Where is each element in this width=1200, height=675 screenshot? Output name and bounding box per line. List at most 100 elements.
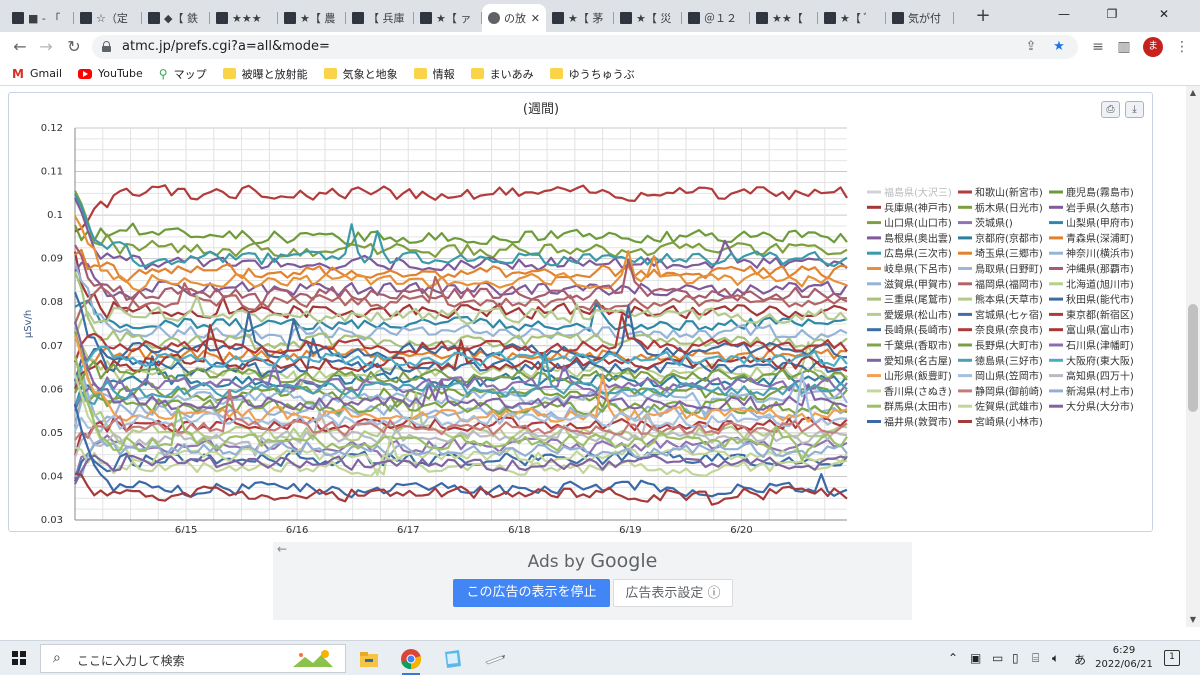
legend-item[interactable]: 大分県(大分市)	[1066, 400, 1134, 413]
ad-settings-button[interactable]: 広告表示設定 ⓘ	[613, 579, 733, 607]
bookmark-item[interactable]: ゆうちゅうぶ	[549, 66, 635, 82]
legend-item[interactable]: 広島県(三次市)	[884, 247, 952, 260]
stop-ad-button[interactable]: この広告の表示を停止	[453, 579, 610, 607]
legend-item[interactable]: 宮崎県(小林市)	[975, 416, 1043, 429]
network-icon[interactable]: ⌸	[1032, 651, 1039, 666]
legend-item[interactable]: 岡山県(笠岡市)	[975, 370, 1043, 383]
forward-button[interactable]: →	[36, 37, 56, 57]
address-bar[interactable]: atmc.jp/prefs.cgi?a=all&mode= ⇪ ★	[92, 35, 1078, 59]
legend-item[interactable]: 高知県(四万十)	[1066, 370, 1134, 383]
print-button[interactable]: ⎙	[1101, 101, 1120, 118]
battery-icon[interactable]: ▭	[992, 651, 1003, 665]
scroll-up-icon[interactable]: ▲	[1186, 86, 1200, 100]
legend-item[interactable]: 香川県(さぬき)	[884, 386, 952, 398]
bookmark-item[interactable]: 情報	[413, 66, 455, 82]
legend-item[interactable]: 岩手県(久慈市)	[1066, 201, 1134, 214]
tablet-icon[interactable]: ▯	[1012, 651, 1019, 665]
bookmark-item[interactable]: YouTube	[78, 67, 143, 80]
tab-item[interactable]: ＠１２	[682, 4, 750, 32]
tab-item[interactable]: ◆【 鉄	[142, 4, 210, 32]
legend-item[interactable]: 群馬県(太田市)	[884, 400, 952, 413]
url-text[interactable]: atmc.jp/prefs.cgi?a=all&mode=	[122, 39, 330, 54]
legend-item[interactable]: 山梨県(甲府市)	[1066, 217, 1134, 230]
show-hidden-icons[interactable]: ⌃	[948, 651, 958, 665]
ime-indicator[interactable]: あ	[1074, 651, 1086, 668]
close-window-button[interactable]: ✕	[1144, 4, 1184, 24]
legend-item[interactable]: 長崎県(長崎市)	[884, 324, 952, 337]
tab-item[interactable]: 気が付	[886, 4, 954, 32]
tab-item[interactable]: ★【 ァ	[414, 4, 482, 32]
legend-item[interactable]: 佐賀県(武雄市)	[975, 400, 1043, 413]
legend-item[interactable]: 茨城県()	[975, 217, 1013, 230]
legend-item[interactable]: 徳島県(三好市)	[975, 354, 1043, 367]
tab-item[interactable]: ☆（定	[74, 4, 142, 32]
new-tab-button[interactable]: +	[972, 6, 994, 28]
legend-item[interactable]: 京都府(京都市)	[975, 232, 1043, 245]
legend-item[interactable]: 島根県(奥出雲)	[884, 232, 952, 245]
tab-item[interactable]: ★【 農	[278, 4, 346, 32]
legend-item[interactable]: 宮城県(七ヶ宿)	[975, 308, 1043, 321]
menu-icon[interactable]: ⋮	[1172, 38, 1192, 56]
legend-item[interactable]: 千葉県(香取市)	[884, 339, 952, 352]
tab-item[interactable]: ■ - 「	[6, 4, 74, 32]
legend-item[interactable]: 富山県(富山市)	[1066, 324, 1134, 337]
legend-item[interactable]: 石川県(津幡町)	[1066, 339, 1134, 352]
legend-item[interactable]: 鹿児島(霧島市)	[1066, 186, 1134, 199]
legend-item[interactable]: 長野県(大町市)	[975, 339, 1043, 352]
back-button[interactable]: ←	[10, 37, 30, 57]
close-tab-icon[interactable]: ✕	[531, 12, 540, 25]
tab-item[interactable]: ★★★	[210, 4, 278, 32]
bookmark-star-icon[interactable]: ★	[1050, 38, 1068, 56]
legend-item[interactable]: 新潟県(村上市)	[1066, 385, 1134, 398]
tab-item[interactable]: ★【 茅	[546, 4, 614, 32]
legend-item[interactable]: 山形県(飯豊町)	[884, 370, 952, 383]
notes-app-icon[interactable]	[440, 646, 466, 672]
legend-item[interactable]: 秋田県(能代市)	[1066, 293, 1134, 306]
taskbar-search-box[interactable]: ⌕ ここに入力して検索	[40, 644, 346, 673]
legend-item[interactable]: 栃木県(日光市)	[975, 201, 1043, 214]
bookmark-item[interactable]: まいあみ	[470, 66, 534, 82]
tray-app-icon[interactable]: ▣	[970, 651, 981, 665]
tab-item[interactable]: ★【 災	[614, 4, 682, 32]
side-panel-icon[interactable]: ▥	[1114, 38, 1134, 56]
media-queue-icon[interactable]: ≡	[1088, 38, 1108, 56]
bookmark-item[interactable]: ⚲ マップ	[159, 66, 207, 82]
tab-item[interactable]: ★【 ﾞ	[818, 4, 886, 32]
download-button[interactable]: ⤓	[1125, 101, 1144, 118]
minimize-button[interactable]: —	[1044, 4, 1084, 24]
legend-item[interactable]: 岐阜県(下呂市)	[884, 263, 952, 276]
notification-icon[interactable]: 1	[1164, 650, 1180, 666]
clock[interactable]: 6:29 2022/06/21	[1094, 644, 1154, 672]
legend-item[interactable]: 三重県(尾鷲市)	[884, 293, 952, 306]
legend-item[interactable]: 兵庫県(神戸市)	[884, 201, 952, 214]
scroll-down-icon[interactable]: ▼	[1186, 613, 1200, 627]
share-icon[interactable]: ⇪	[1022, 38, 1040, 56]
legend-item[interactable]: 沖縄県(那覇市)	[1066, 263, 1134, 276]
legend-item[interactable]: 大阪府(東大阪)	[1066, 354, 1134, 367]
legend-item[interactable]: 福島県(大沢三)	[884, 186, 952, 199]
legend-item[interactable]: 熊本県(天草市)	[975, 293, 1043, 306]
legend-item[interactable]: 埼玉県(三郷市)	[975, 247, 1043, 260]
bookmark-item[interactable]: 気象と地象	[323, 66, 398, 82]
legend-item[interactable]: 滋賀県(甲賀市)	[884, 278, 952, 291]
legend-item[interactable]: 静岡県(御前崎)	[975, 385, 1043, 398]
file-explorer-icon[interactable]	[356, 646, 382, 672]
tab-item[interactable]: ★★【	[750, 4, 818, 32]
tab-item[interactable]: 【 兵庫	[346, 4, 414, 32]
page-scrollbar[interactable]: ▲ ▼	[1186, 86, 1200, 627]
pen-app-icon[interactable]	[482, 646, 508, 672]
bookmark-item[interactable]: M Gmail	[12, 67, 62, 81]
legend-item[interactable]: 愛媛県(松山市)	[884, 308, 952, 321]
legend-item[interactable]: 青森県(深浦町)	[1066, 232, 1134, 245]
legend-item[interactable]: 福井県(敦賀市)	[884, 416, 952, 429]
legend-item[interactable]: 山口県(山口市)	[884, 217, 952, 230]
legend-item[interactable]: 愛知県(名古屋)	[884, 354, 952, 367]
reload-button[interactable]: ↻	[64, 37, 84, 57]
legend-item[interactable]: 和歌山(新宮市)	[975, 186, 1043, 199]
windows-start-icon[interactable]	[12, 651, 26, 665]
tab-active[interactable]: の放 ✕	[482, 4, 546, 32]
legend-item[interactable]: 鳥取県(日野町)	[975, 263, 1043, 276]
chrome-icon[interactable]	[398, 646, 424, 675]
bookmark-item[interactable]: 被曝と放射能	[222, 66, 308, 82]
lock-icon[interactable]	[102, 41, 111, 52]
